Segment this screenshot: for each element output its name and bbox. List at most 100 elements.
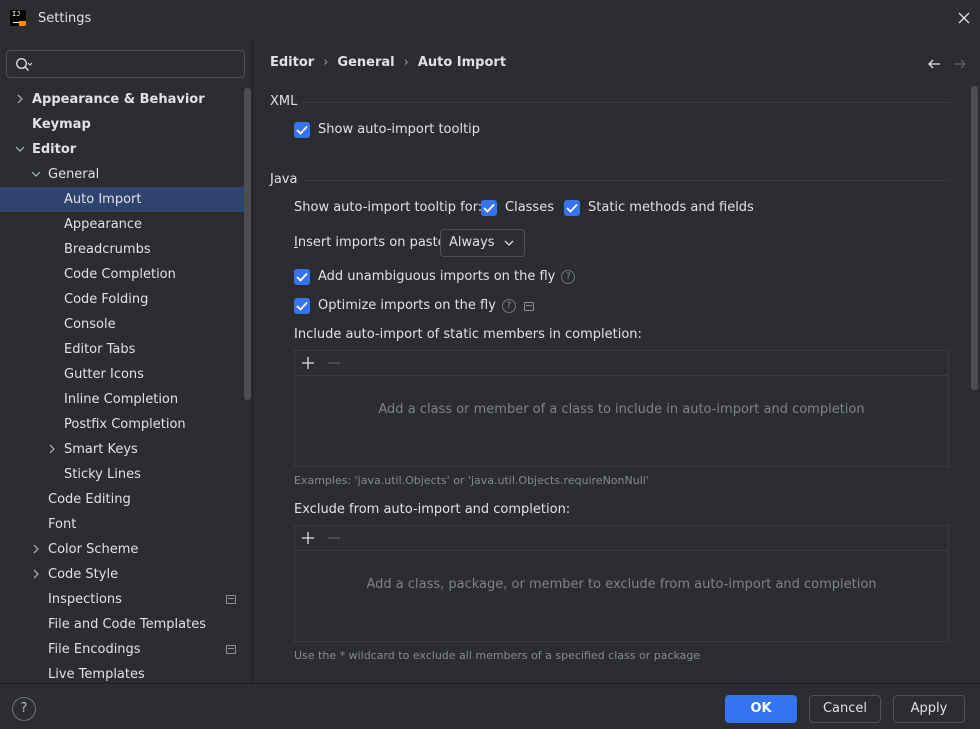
dialog-footer: ? OK Cancel Apply bbox=[0, 683, 980, 729]
sidebar-item-label: Editor Tabs bbox=[64, 342, 136, 357]
sidebar-item-keymap[interactable]: Keymap bbox=[0, 112, 244, 137]
sidebar-item-label: Appearance bbox=[64, 217, 143, 232]
classes-label: Classes bbox=[505, 200, 554, 215]
sidebar-item-inline-completion[interactable]: Inline Completion bbox=[0, 387, 244, 412]
sidebar-item-label: Postfix Completion bbox=[64, 417, 186, 432]
sidebar-item-label: General bbox=[48, 167, 100, 182]
breadcrumb-item-general[interactable]: General bbox=[337, 55, 394, 70]
close-icon[interactable] bbox=[954, 8, 974, 28]
add-icon[interactable] bbox=[301, 356, 315, 370]
search-icon[interactable] bbox=[15, 57, 33, 73]
include-static-list[interactable]: Add a class or member of a class to incl… bbox=[294, 350, 949, 467]
sidebar-item-code-folding[interactable]: Code Folding bbox=[0, 287, 244, 312]
classes-checkbox[interactable]: Classes bbox=[481, 198, 554, 218]
sidebar-item-label: Keymap bbox=[32, 117, 91, 132]
help-icon[interactable]: ? bbox=[501, 299, 516, 313]
checkbox-checked-icon[interactable] bbox=[294, 298, 310, 314]
checkbox-checked-icon[interactable] bbox=[564, 200, 580, 216]
sidebar-item-appearance[interactable]: Appearance bbox=[0, 212, 244, 237]
cancel-button[interactable]: Cancel bbox=[809, 695, 881, 723]
optimize-imports-checkbox[interactable]: Optimize imports on the fly? bbox=[294, 296, 534, 316]
project-scope-icon bbox=[226, 595, 236, 604]
java-section-divider bbox=[304, 180, 950, 181]
project-scope-icon bbox=[523, 301, 534, 311]
sidebar-item-code-style[interactable]: Code Style bbox=[0, 562, 244, 587]
static-methods-checkbox[interactable]: Static methods and fields bbox=[564, 198, 754, 218]
sidebar-item-appearance-behavior[interactable]: Appearance & Behavior bbox=[0, 87, 244, 112]
checkbox-checked-icon[interactable] bbox=[294, 269, 310, 285]
exclude-list[interactable]: Add a class, package, or member to exclu… bbox=[294, 525, 949, 642]
sidebar-item-label: Live Templates bbox=[48, 667, 145, 682]
sidebar-item-live-templates[interactable]: Live Templates bbox=[0, 662, 244, 683]
settings-tree: Appearance & Behavior Keymap Editor General… bbox=[0, 87, 244, 683]
back-arrow-icon[interactable] bbox=[926, 56, 942, 72]
search-input[interactable] bbox=[6, 50, 245, 78]
sidebar-item-auto-import[interactable]: Auto Import bbox=[0, 187, 244, 212]
add-icon[interactable] bbox=[301, 531, 315, 545]
chevron-down-icon[interactable] bbox=[31, 169, 41, 179]
settings-sidebar: Appearance & Behavior Keymap Editor General… bbox=[0, 38, 253, 683]
sidebar-item-file-and-code-templates[interactable]: File and Code Templates bbox=[0, 612, 244, 637]
sidebar-item-file-encodings[interactable]: File Encodings bbox=[0, 637, 244, 662]
sidebar-item-label: Sticky Lines bbox=[64, 467, 141, 482]
include-static-label: Include auto-import of static members in… bbox=[294, 327, 642, 342]
chevron-right-icon[interactable] bbox=[31, 544, 41, 554]
sidebar-item-breadcrumbs[interactable]: Breadcrumbs bbox=[0, 237, 244, 262]
window-title: Settings bbox=[38, 11, 92, 26]
breadcrumb-separator-icon: › bbox=[323, 55, 329, 70]
sidebar-item-label: Code Folding bbox=[64, 292, 149, 307]
breadcrumb-item-auto-import: Auto Import bbox=[417, 55, 507, 70]
forward-arrow-icon[interactable] bbox=[952, 56, 968, 72]
exclude-hint: Use the * wildcard to exclude all member… bbox=[294, 649, 701, 662]
sidebar-item-console[interactable]: Console bbox=[0, 312, 244, 337]
chevron-right-icon[interactable] bbox=[31, 569, 41, 579]
remove-icon bbox=[328, 362, 340, 364]
xml-show-tooltip-label: Show auto-import tooltip bbox=[318, 122, 481, 137]
title-bar: IJ Settings bbox=[0, 0, 980, 38]
add-unambiguous-checkbox[interactable]: Add unambiguous imports on the fly? bbox=[294, 267, 576, 287]
chevron-right-icon[interactable] bbox=[47, 444, 57, 454]
checkbox-checked-icon[interactable] bbox=[481, 200, 497, 216]
breadcrumb: Editor › General › Auto Import bbox=[270, 55, 506, 70]
sidebar-item-label: Code Editing bbox=[48, 492, 131, 507]
sidebar-item-gutter-icons[interactable]: Gutter Icons bbox=[0, 362, 244, 387]
sidebar-scrollbar[interactable] bbox=[244, 88, 251, 400]
xml-section-title: XML bbox=[270, 94, 298, 109]
add-unambiguous-label: Add unambiguous imports on the fly bbox=[318, 269, 556, 284]
sidebar-item-code-completion[interactable]: Code Completion bbox=[0, 262, 244, 287]
sidebar-item-label: Appearance & Behavior bbox=[32, 92, 205, 107]
apply-button[interactable]: Apply bbox=[893, 695, 965, 723]
help-icon[interactable]: ? bbox=[561, 270, 576, 284]
insert-on-paste-label: Insert imports on paste: bbox=[294, 235, 451, 250]
insert-on-paste-select[interactable]: Always bbox=[440, 229, 525, 257]
checkbox-checked-icon[interactable] bbox=[294, 122, 310, 138]
breadcrumb-item-editor[interactable]: Editor bbox=[270, 55, 314, 70]
sidebar-item-sticky-lines[interactable]: Sticky Lines bbox=[0, 462, 244, 487]
chevron-down-icon[interactable] bbox=[15, 144, 25, 154]
sidebar-item-smart-keys[interactable]: Smart Keys bbox=[0, 437, 244, 462]
sidebar-item-code-editing[interactable]: Code Editing bbox=[0, 487, 244, 512]
content-scrollbar[interactable] bbox=[971, 86, 978, 390]
exclude-toolbar bbox=[295, 526, 948, 551]
ok-button[interactable]: OK bbox=[725, 695, 797, 723]
help-button[interactable]: ? bbox=[12, 697, 36, 721]
sidebar-item-label: Gutter Icons bbox=[64, 367, 144, 382]
sidebar-item-editor-tabs[interactable]: Editor Tabs bbox=[0, 337, 244, 362]
sidebar-item-color-scheme[interactable]: Color Scheme bbox=[0, 537, 244, 562]
chevron-right-icon[interactable] bbox=[15, 94, 25, 104]
sidebar-item-label: Font bbox=[48, 517, 77, 532]
sidebar-item-label: Console bbox=[64, 317, 116, 332]
sidebar-item-label: Breadcrumbs bbox=[64, 242, 151, 257]
xml-show-tooltip-checkbox[interactable]: Show auto-import tooltip bbox=[294, 120, 480, 140]
sidebar-item-label: Smart Keys bbox=[64, 442, 138, 457]
sidebar-item-postfix-completion[interactable]: Postfix Completion bbox=[0, 412, 244, 437]
sidebar-item-editor[interactable]: Editor bbox=[0, 137, 244, 162]
static-methods-label: Static methods and fields bbox=[588, 200, 754, 215]
sidebar-item-general[interactable]: General bbox=[0, 162, 244, 187]
sidebar-item-inspections[interactable]: Inspections bbox=[0, 587, 244, 612]
sidebar-item-font[interactable]: Font bbox=[0, 512, 244, 537]
tooltip-for-label: Show auto-import tooltip for: bbox=[294, 200, 483, 215]
include-static-empty-text[interactable]: Add a class or member of a class to incl… bbox=[295, 402, 948, 417]
remove-icon bbox=[328, 537, 340, 539]
exclude-empty-text[interactable]: Add a class, package, or member to exclu… bbox=[295, 577, 948, 592]
